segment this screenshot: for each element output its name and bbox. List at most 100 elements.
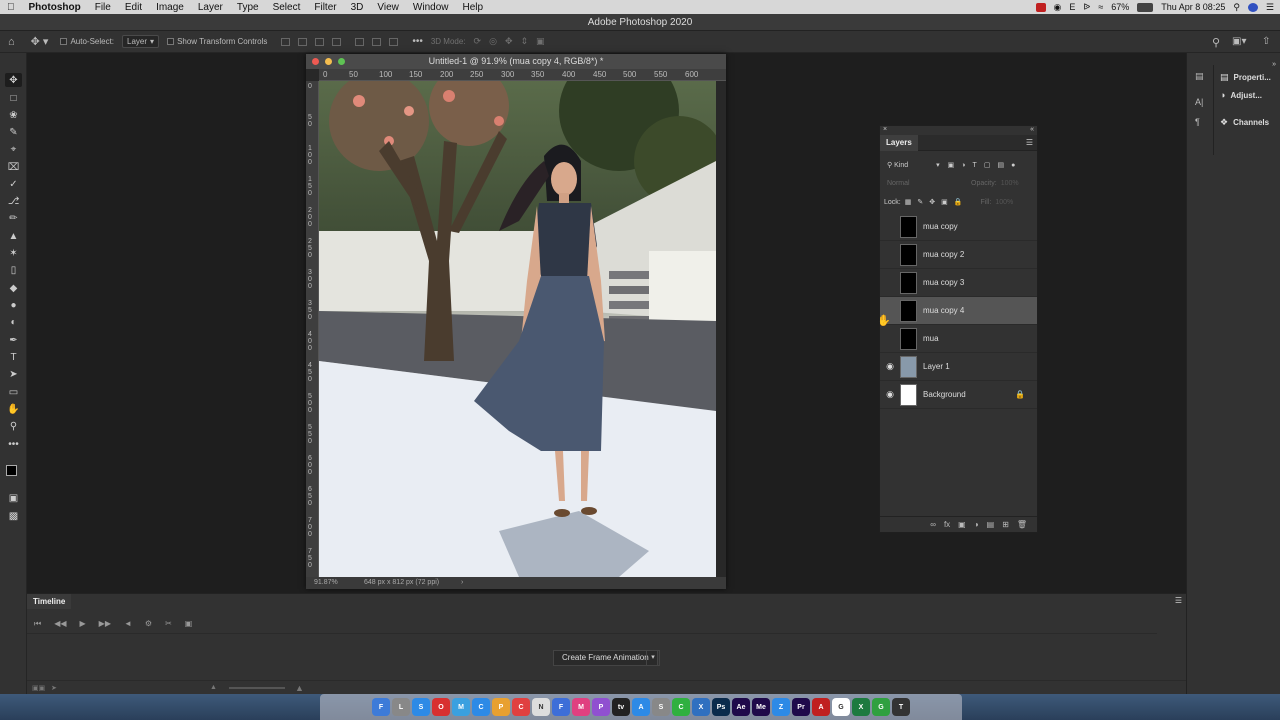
menu-window[interactable]: Window <box>406 2 456 13</box>
distribute-h-icon[interactable] <box>332 37 342 46</box>
blur-tool[interactable]: ● <box>5 298 22 312</box>
lock-all-icon[interactable]: 🔒 <box>954 198 963 206</box>
align-left-icon[interactable] <box>281 37 291 46</box>
convert-icon[interactable]: ▣▣ <box>32 684 45 692</box>
zoom-slider[interactable] <box>229 687 285 689</box>
next-frame-icon[interactable]: ▶▶ <box>99 619 111 628</box>
zoom-level[interactable]: 91.87% <box>314 577 338 589</box>
fill-value[interactable]: 100% <box>995 199 1013 206</box>
foreground-color-swatch[interactable] <box>6 465 17 476</box>
brush-tool[interactable]: ✏ <box>5 211 22 225</box>
dock-properties[interactable]: ▤ Properti... <box>1220 72 1271 83</box>
eyedropper-tool[interactable]: ✓ <box>5 177 22 191</box>
dock-app-icon[interactable]: O <box>432 698 450 716</box>
shape-tool[interactable]: ▭ <box>5 385 22 399</box>
first-frame-icon[interactable]: ⏮ <box>34 619 41 629</box>
vertical-ruler[interactable]: 0 5 0 1 0 0 1 5 0 2 0 0 2 5 0 3 0 0 3 5 0 4 0 0 4… <box>306 81 319 577</box>
3d-slide-icon[interactable]: ⇕ <box>520 36 528 47</box>
show-transform-checkbox[interactable]: Show Transform Controls <box>167 37 267 46</box>
dock-app-icon[interactable]: Me <box>752 698 770 716</box>
panel-menu-icon[interactable]: ☰ <box>1026 138 1033 147</box>
layer-row[interactable]: mua copy 3 <box>880 269 1037 297</box>
create-frame-animation-button[interactable]: Create Frame Animation <box>553 650 658 666</box>
split-icon[interactable]: ✂ <box>165 619 172 628</box>
chevron-down-icon[interactable]: ▾ <box>646 650 660 666</box>
auto-select-checkbox[interactable]: Auto-Select: <box>60 37 114 46</box>
filter-type-icon[interactable]: T <box>973 162 977 169</box>
paint-bucket-tool[interactable]: ◆ <box>5 281 22 295</box>
layer-row[interactable]: mua copy 4 <box>880 297 1037 325</box>
notification-center-icon[interactable]: ☰ <box>1266 2 1274 13</box>
dock-app-icon[interactable]: Ae <box>732 698 750 716</box>
new-layer-icon[interactable]: ⊞ <box>1002 520 1009 529</box>
dock-app-icon[interactable]: C <box>512 698 530 716</box>
quick-select-tool[interactable]: ✎ <box>5 125 22 139</box>
screen-mode-icon[interactable]: ▩ <box>5 509 22 523</box>
visibility-eye-icon[interactable]: ◉ <box>880 361 900 372</box>
dock-app-icon[interactable]: A <box>632 698 650 716</box>
timeline-menu-icon[interactable]: ☰ <box>1175 596 1182 605</box>
dock-app-icon[interactable]: G <box>872 698 890 716</box>
new-fill-layer-icon[interactable]: ◑ <box>974 520 979 529</box>
lasso-tool[interactable]: ❀ <box>5 108 22 122</box>
align-right-icon[interactable] <box>315 37 325 46</box>
3d-scale-icon[interactable]: ▣ <box>536 36 545 47</box>
dock-app-icon[interactable]: P <box>592 698 610 716</box>
audio-icon[interactable]: ◄ <box>124 619 132 628</box>
dock-collapse-icon[interactable]: » <box>1272 61 1276 68</box>
filter-toggle-icon[interactable]: ● <box>1011 162 1015 169</box>
close-window-button[interactable] <box>312 58 319 65</box>
record-icon[interactable] <box>1035 2 1046 12</box>
lock-position-icon[interactable]: ✥ <box>929 198 935 206</box>
layer-row[interactable]: mua copy <box>880 213 1037 241</box>
play-icon[interactable]: ▶ <box>80 619 86 628</box>
zoom-tool[interactable]: ⚲ <box>5 419 22 433</box>
dock-app-icon[interactable]: X <box>852 698 870 716</box>
auto-select-dropdown[interactable]: Layer ▾ <box>122 35 160 48</box>
paragraph-icon[interactable]: ¶ <box>1195 117 1200 127</box>
dock-app-icon[interactable]: P <box>492 698 510 716</box>
3d-roll-icon[interactable]: ◎ <box>489 36 497 47</box>
align-bottom-icon[interactable] <box>389 37 399 46</box>
menu-view[interactable]: View <box>370 2 406 13</box>
menu-3d[interactable]: 3D <box>344 2 371 13</box>
battery-icon[interactable] <box>1137 2 1154 12</box>
lock-icon[interactable]: 🔒 <box>1015 390 1025 399</box>
character-icon[interactable]: A| <box>1195 97 1203 107</box>
home-icon[interactable]: ⌂ <box>8 36 15 48</box>
layer-style-icon[interactable]: fx <box>944 520 950 529</box>
document-info[interactable]: 648 px x 812 px (72 ppi) <box>364 577 439 589</box>
search-icon[interactable]: ⚲ <box>1212 36 1220 49</box>
horizontal-ruler[interactable]: 0 50 100 150 200 250 300 350 400 450 500… <box>319 69 726 81</box>
healing-brush-tool[interactable]: ⎇ <box>5 194 22 208</box>
pen-tool[interactable]: ✒ <box>5 333 22 347</box>
type-tool[interactable]: T <box>5 350 22 364</box>
clock[interactable]: Thu Apr 8 08:25 <box>1161 2 1225 12</box>
layer-name[interactable]: mua copy <box>923 222 958 231</box>
3d-orbit-icon[interactable]: ⟳ <box>474 36 482 47</box>
layer-row[interactable]: mua <box>880 325 1037 353</box>
dock-app-icon[interactable]: Pr <box>792 698 810 716</box>
dock-app-icon[interactable]: Ps <box>712 698 730 716</box>
dock-adjustments[interactable]: ◑ Adjust... <box>1220 90 1262 100</box>
dock-app-icon[interactable]: T <box>892 698 910 716</box>
menu-select[interactable]: Select <box>266 2 308 13</box>
crop-tool[interactable]: ⌖ <box>5 142 22 156</box>
bluetooth-icon[interactable]: ᐉ <box>1083 2 1090 13</box>
3d-pan-icon[interactable]: ✥ <box>505 36 513 47</box>
marquee-tool[interactable]: □ <box>5 91 22 105</box>
menu-app-name[interactable]: Photoshop <box>22 2 88 13</box>
document-canvas[interactable] <box>319 81 716 577</box>
input-source-icon[interactable]: E <box>1069 2 1075 12</box>
dodge-tool[interactable]: ◐ <box>5 315 22 329</box>
delete-layer-icon[interactable]: 🗑 <box>1017 520 1027 529</box>
zoom-window-button[interactable] <box>338 58 345 65</box>
spotlight-icon[interactable]: ⚲ <box>1233 2 1240 13</box>
share-icon[interactable]: ⇧ <box>1262 36 1270 47</box>
dock-app-icon[interactable]: L <box>392 698 410 716</box>
panel-close-icon[interactable]: × <box>883 126 887 133</box>
hand-tool[interactable]: ✋ <box>5 402 22 416</box>
layer-name[interactable]: Layer 1 <box>923 362 950 371</box>
status-arrow-icon[interactable]: › <box>461 577 463 589</box>
filter-smart-object-icon[interactable]: ▤ <box>997 161 1004 169</box>
